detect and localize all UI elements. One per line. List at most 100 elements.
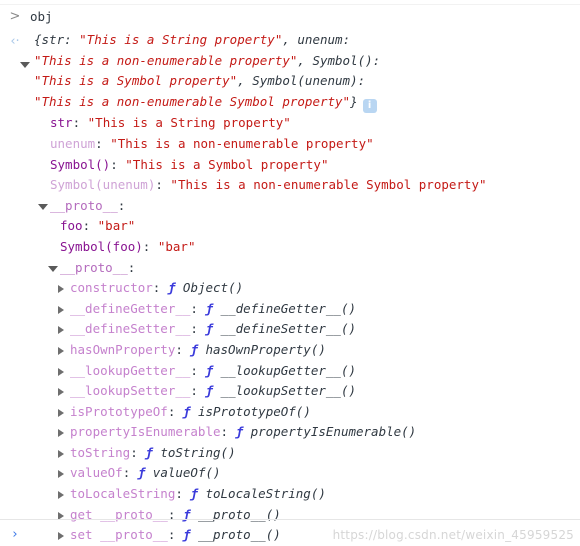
preview-string-token: "This is a String property" — [79, 32, 283, 47]
devtools-console: > obj ‹· {str: "This is a String propert… — [0, 4, 580, 546]
expand-triangle-closed-icon[interactable] — [58, 388, 64, 397]
function-marker-icon: ƒ — [205, 362, 214, 378]
property-key: set __proto__ — [70, 527, 168, 543]
expand-triangle-closed-icon[interactable] — [58, 367, 64, 376]
object-preview[interactable]: {str: "This is a String property", unenu… — [0, 30, 580, 113]
tree-row-content: __defineGetter__: ƒ __defineGetter__() — [70, 299, 356, 320]
watermark-text: https://blog.csdn.net/weixin_45959525 — [332, 528, 574, 542]
tree-row-content: constructor: ƒ Object() — [70, 278, 243, 299]
preview-key-token: } — [350, 93, 358, 109]
property-value-function: __proto__() — [190, 527, 281, 543]
object-preview-line: "This is a non-enumerable property", Sym… — [34, 51, 580, 72]
key-value-separator: : — [95, 135, 111, 151]
tree-row[interactable]: constructor: ƒ Object() — [0, 278, 580, 299]
tree-row-content: propertyIsEnumerable: ƒ propertyIsEnumer… — [70, 422, 416, 443]
expand-triangle-closed-icon[interactable] — [58, 326, 64, 335]
tree-row[interactable]: __lookupGetter__: ƒ __lookupGetter__() — [0, 361, 580, 382]
function-marker-icon: ƒ — [205, 383, 214, 399]
tree-row-content: get __proto__: ƒ __proto__() — [70, 505, 281, 526]
expand-triangle-closed-icon[interactable] — [58, 491, 64, 500]
property-key: unenum — [50, 135, 96, 151]
expand-triangle-closed-icon[interactable] — [58, 346, 64, 355]
expand-triangle-closed-icon[interactable] — [58, 305, 64, 314]
console-input-line[interactable]: > obj — [0, 4, 580, 30]
key-value-separator: : — [155, 177, 171, 193]
preview-key-token: {str: — [34, 32, 80, 47]
tree-row[interactable]: str: "This is a String property" — [0, 113, 580, 134]
tree-row[interactable]: __defineGetter__: ƒ __defineGetter__() — [0, 299, 580, 320]
key-value-separator: : — [122, 465, 138, 481]
object-tree: str: "This is a String property" unenum: … — [0, 113, 580, 545]
property-key: __proto__ — [50, 197, 118, 213]
preview-string-token: "This is a non-enumerable property" — [34, 52, 298, 68]
tree-row[interactable]: foo: "bar" — [0, 216, 580, 237]
key-value-separator: : — [127, 259, 136, 275]
tree-row[interactable]: __lookupSetter__: ƒ __lookupSetter__() — [0, 381, 580, 402]
tree-row[interactable]: __defineSetter__: ƒ __defineSetter__() — [0, 319, 580, 340]
tree-row[interactable]: valueOf: ƒ valueOf() — [0, 463, 580, 484]
property-key: toLocaleString — [70, 486, 176, 502]
property-key: Symbol(foo) — [60, 238, 143, 254]
preview-string-token: "This is a non-enumerable Symbol propert… — [34, 93, 351, 109]
expand-triangle-closed-icon[interactable] — [58, 449, 64, 458]
tree-row-content: Symbol(foo): "bar" — [60, 237, 196, 258]
expand-triangle-closed-icon[interactable] — [58, 408, 64, 417]
preview-key-token: , Symbol(unenum): — [237, 73, 366, 89]
tree-row[interactable]: Symbol(): "This is a Symbol property" — [0, 155, 580, 176]
tree-row[interactable]: isPrototypeOf: ƒ isPrototypeOf() — [0, 402, 580, 423]
property-key: isPrototypeOf — [70, 403, 168, 419]
tree-row[interactable]: Symbol(unenum): "This is a non-enumerabl… — [0, 175, 580, 196]
object-preview-line: "This is a non-enumerable Symbol propert… — [34, 92, 580, 113]
tree-row-content: __lookupSetter__: ƒ __lookupSetter__() — [70, 381, 356, 402]
expand-triangle-closed-icon[interactable] — [58, 285, 64, 294]
key-value-separator: : — [220, 424, 236, 440]
key-value-separator: : — [110, 156, 126, 172]
key-value-separator: : — [175, 341, 191, 357]
tree-row-content: isPrototypeOf: ƒ isPrototypeOf() — [70, 402, 311, 423]
property-value-string: "This is a Symbol property" — [125, 156, 329, 172]
bottom-prompt-chevron-icon[interactable]: › — [6, 527, 24, 542]
property-key: __defineSetter__ — [70, 321, 191, 337]
tree-row-content: __defineSetter__: ƒ __defineSetter__() — [70, 319, 356, 340]
expand-triangle-open-icon[interactable] — [48, 265, 58, 272]
tree-row[interactable]: __proto__: — [0, 258, 580, 279]
tree-row[interactable]: get __proto__: ƒ __proto__() — [0, 505, 580, 526]
property-value-function: hasOwnProperty() — [197, 341, 326, 357]
expand-triangle-open-icon[interactable] — [38, 203, 48, 210]
key-value-separator: : — [117, 197, 126, 213]
tree-row[interactable]: propertyIsEnumerable: ƒ propertyIsEnumer… — [0, 422, 580, 443]
preview-key-token: , Symbol(): — [297, 52, 381, 68]
function-marker-icon: ƒ — [145, 444, 153, 460]
tree-row-content: toString: ƒ toString() — [70, 443, 236, 464]
property-value-function: Object() — [175, 280, 244, 296]
tree-row[interactable]: hasOwnProperty: ƒ hasOwnProperty() — [0, 340, 580, 361]
property-key: hasOwnProperty — [70, 341, 176, 357]
tree-row[interactable]: __proto__: — [0, 196, 580, 217]
property-value-function: __lookupGetter__() — [213, 362, 357, 378]
property-key: str — [50, 115, 73, 131]
function-marker-icon: ƒ — [205, 300, 214, 316]
key-value-separator: : — [167, 527, 183, 543]
tree-row[interactable]: toString: ƒ toString() — [0, 443, 580, 464]
tree-row[interactable]: unenum: "This is a non-enumerable proper… — [0, 134, 580, 155]
property-value-string: "bar" — [97, 218, 136, 234]
key-value-separator: : — [82, 218, 98, 234]
function-marker-icon: ƒ — [235, 424, 244, 440]
property-value-function: toLocaleString() — [197, 486, 326, 502]
expand-triangle-closed-icon[interactable] — [58, 429, 64, 438]
tree-row-content: hasOwnProperty: ƒ hasOwnProperty() — [70, 340, 326, 361]
info-badge-icon[interactable]: i — [362, 98, 377, 113]
tree-row-content: __proto__: — [60, 258, 135, 279]
key-value-separator: : — [167, 403, 183, 419]
tree-row[interactable]: Symbol(foo): "bar" — [0, 237, 580, 258]
tree-row-content: set __proto__: ƒ __proto__() — [70, 525, 281, 546]
function-marker-icon: ƒ — [190, 341, 198, 357]
property-value-function: toString() — [152, 444, 236, 460]
tree-row-content: __proto__: — [50, 196, 125, 217]
expand-triangle-closed-icon[interactable] — [58, 532, 64, 541]
expand-triangle-closed-icon[interactable] — [58, 470, 64, 479]
property-value-function: __defineSetter__() — [213, 321, 357, 337]
property-value-string: "bar" — [157, 238, 196, 254]
tree-row[interactable]: toLocaleString: ƒ toLocaleString() — [0, 484, 580, 505]
property-key: valueOf — [70, 465, 123, 481]
